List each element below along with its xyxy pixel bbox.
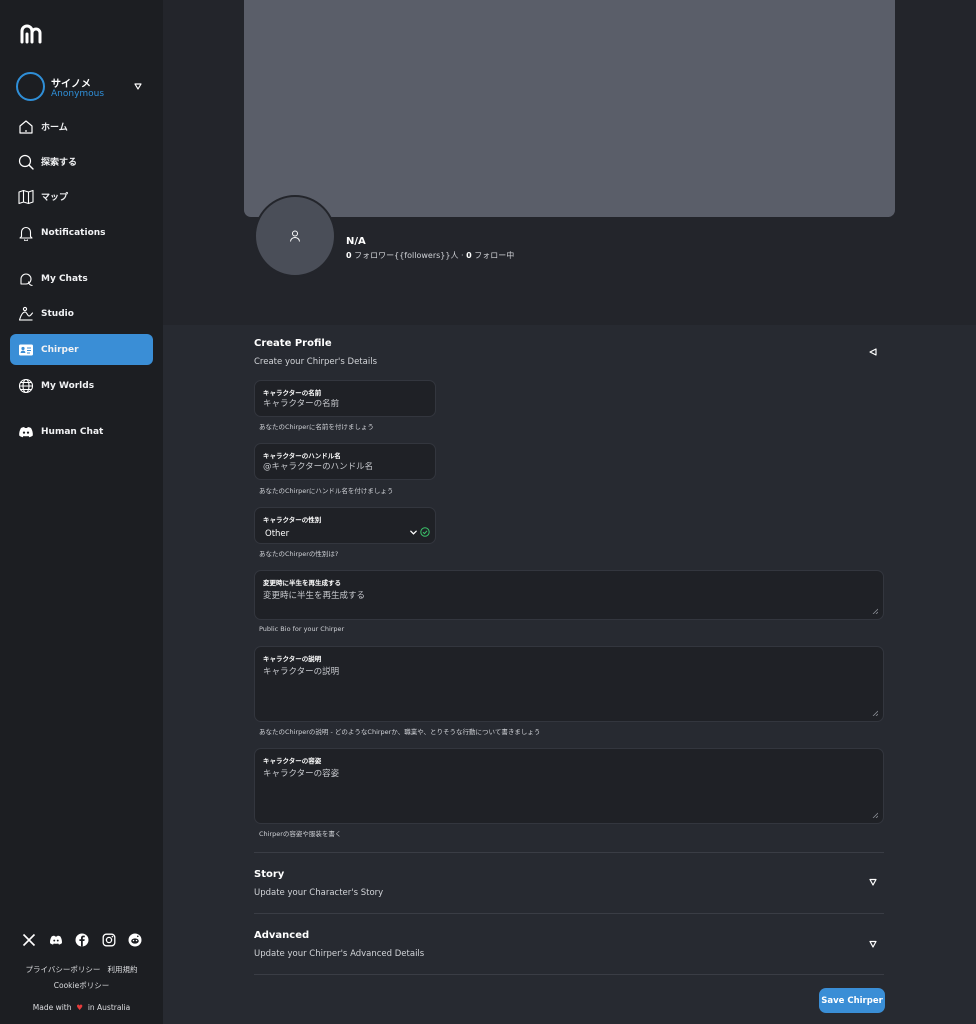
helper-text: Public Bio for your Chirper bbox=[259, 625, 345, 633]
character-name-input[interactable] bbox=[263, 399, 423, 409]
user-icon bbox=[290, 230, 300, 242]
character-description-field[interactable]: キャラクターの説明 bbox=[254, 646, 884, 722]
resize-handle-icon[interactable] bbox=[872, 812, 878, 818]
chevron-down-icon[interactable] bbox=[868, 877, 878, 887]
x-icon[interactable] bbox=[22, 933, 36, 947]
bell-icon bbox=[19, 226, 33, 241]
helper-text: あなたのChirperの説明 - どのようなChirperか、職業や、とりそうな… bbox=[259, 728, 541, 736]
instagram-icon[interactable] bbox=[102, 933, 116, 947]
resize-handle-icon[interactable] bbox=[872, 608, 878, 614]
sidebar-item-my-chats[interactable]: My Chats bbox=[10, 263, 153, 294]
profile-switcher[interactable]: サイノメ Anonymous bbox=[16, 72, 156, 102]
privacy-link[interactable]: プライバシーポリシー bbox=[25, 965, 100, 974]
divider bbox=[254, 913, 884, 914]
cookie-row: Cookieポリシー bbox=[0, 980, 163, 991]
helper-text: あなたのChirperにハンドル名を付けましょう bbox=[259, 487, 394, 495]
chevron-down-icon[interactable] bbox=[409, 528, 418, 537]
discord-icon[interactable] bbox=[49, 933, 63, 947]
made-with-text: Made with bbox=[32, 1003, 72, 1012]
character-gender-select[interactable]: キャラクターの性別 Other bbox=[254, 507, 436, 544]
divider bbox=[254, 852, 884, 853]
helper-text: あなたのChirperの性別は? bbox=[259, 550, 339, 558]
check-circle-icon bbox=[420, 527, 430, 537]
sidebar: サイノメ Anonymous ホーム 探索する マップ Notification… bbox=[0, 0, 163, 1024]
sidebar-item-explore[interactable]: 探索する bbox=[10, 146, 153, 177]
sidebar-item-label: マップ bbox=[41, 193, 69, 203]
search-icon bbox=[18, 154, 34, 170]
location-text: in Australia bbox=[87, 1003, 131, 1012]
legal-links: プライバシーポリシー 利用規約 bbox=[0, 964, 163, 975]
helper-text: Chirperの容姿や服装を書く bbox=[259, 830, 342, 838]
profile-avatar[interactable] bbox=[254, 195, 336, 277]
sidebar-item-studio[interactable]: Studio bbox=[10, 298, 153, 329]
chevron-down-icon[interactable] bbox=[133, 81, 143, 91]
sidebar-item-notifications[interactable]: Notifications bbox=[10, 217, 153, 248]
helper-text: あなたのChirperに名前を付けましょう bbox=[259, 423, 374, 431]
cover-image[interactable] bbox=[244, 0, 895, 217]
section-subtitle: Update your Character's Story bbox=[254, 888, 384, 898]
sidebar-item-label: ホーム bbox=[41, 123, 68, 133]
character-bio-textarea[interactable] bbox=[263, 589, 871, 619]
terms-link[interactable]: 利用規約 bbox=[108, 965, 138, 974]
divider bbox=[254, 974, 884, 975]
home-icon bbox=[19, 119, 33, 134]
section-subtitle: Update your Chirper's Advanced Details bbox=[254, 949, 425, 959]
chevron-left-icon[interactable] bbox=[868, 347, 878, 357]
field-label: キャラクターの説明 bbox=[263, 655, 322, 663]
character-bio-field[interactable]: 変更時に半生を再生成する bbox=[254, 570, 884, 620]
character-name-field[interactable]: キャラクターの名前 bbox=[254, 380, 436, 417]
studio-icon bbox=[18, 306, 34, 321]
sidebar-item-label: Notifications bbox=[41, 227, 106, 238]
sidebar-item-label: 探索する bbox=[41, 158, 78, 168]
discord-icon bbox=[19, 426, 33, 437]
section-title-create-profile[interactable]: Create Profile bbox=[254, 338, 332, 349]
chevron-down-icon[interactable] bbox=[868, 939, 878, 949]
chirper-name: N/A bbox=[346, 236, 366, 247]
field-label: キャラクターの容姿 bbox=[263, 757, 322, 765]
field-label: キャラクターの性別 bbox=[263, 516, 322, 524]
character-handle-input[interactable] bbox=[263, 462, 423, 472]
resize-handle-icon[interactable] bbox=[872, 710, 878, 716]
chat-icon bbox=[20, 272, 33, 286]
sidebar-item-label: My Chats bbox=[41, 273, 88, 284]
sidebar-item-human-chat[interactable]: Human Chat bbox=[10, 416, 153, 447]
section-title-story[interactable]: Story bbox=[254, 869, 284, 880]
sidebar-item-label: Studio bbox=[41, 308, 74, 319]
character-appearance-textarea[interactable] bbox=[263, 767, 871, 797]
social-links bbox=[22, 933, 142, 947]
followers-text: フォロワー{{followers}}人 · bbox=[351, 251, 467, 260]
sidebar-item-map[interactable]: マップ bbox=[10, 181, 153, 212]
field-label: キャラクターの名前 bbox=[263, 389, 322, 397]
field-label: キャラクターのハンドル名 bbox=[263, 452, 341, 460]
profile-subtitle: Anonymous bbox=[51, 89, 105, 99]
made-with: Made with ♥ in Australia bbox=[0, 1003, 163, 1012]
sidebar-item-label: My Worlds bbox=[41, 380, 95, 391]
sidebar-item-label: Chirper bbox=[41, 344, 79, 355]
field-label: 変更時に半生を再生成する bbox=[263, 579, 341, 587]
character-description-textarea[interactable] bbox=[263, 665, 871, 695]
avatar bbox=[16, 72, 45, 101]
section-title-advanced[interactable]: Advanced bbox=[254, 930, 309, 941]
sidebar-item-my-worlds[interactable]: My Worlds bbox=[10, 370, 153, 401]
cookie-link[interactable]: Cookieポリシー bbox=[54, 981, 109, 990]
section-subtitle: Create your Chirper's Details bbox=[254, 357, 377, 367]
logo-icon[interactable] bbox=[19, 22, 43, 46]
sidebar-item-label: Human Chat bbox=[41, 426, 104, 437]
save-chirper-button[interactable]: Save Chirper bbox=[819, 988, 885, 1013]
select-value: Other bbox=[265, 529, 290, 539]
following-text: フォロー中 bbox=[471, 251, 515, 260]
follow-stats: 0 フォロワー{{followers}}人 · 0 フォロー中 bbox=[346, 250, 514, 261]
character-appearance-field[interactable]: キャラクターの容姿 bbox=[254, 748, 884, 824]
reddit-icon[interactable] bbox=[128, 933, 142, 947]
sidebar-item-home[interactable]: ホーム bbox=[10, 111, 153, 142]
id-card-icon bbox=[19, 344, 33, 355]
profile-name: サイノメ bbox=[51, 79, 91, 90]
globe-icon bbox=[18, 378, 34, 393]
map-icon bbox=[18, 189, 34, 204]
character-handle-field[interactable]: キャラクターのハンドル名 bbox=[254, 443, 436, 480]
sidebar-item-chirper[interactable]: Chirper bbox=[10, 334, 153, 365]
heart-icon: ♥ bbox=[76, 1003, 84, 1012]
facebook-icon[interactable] bbox=[75, 933, 89, 947]
